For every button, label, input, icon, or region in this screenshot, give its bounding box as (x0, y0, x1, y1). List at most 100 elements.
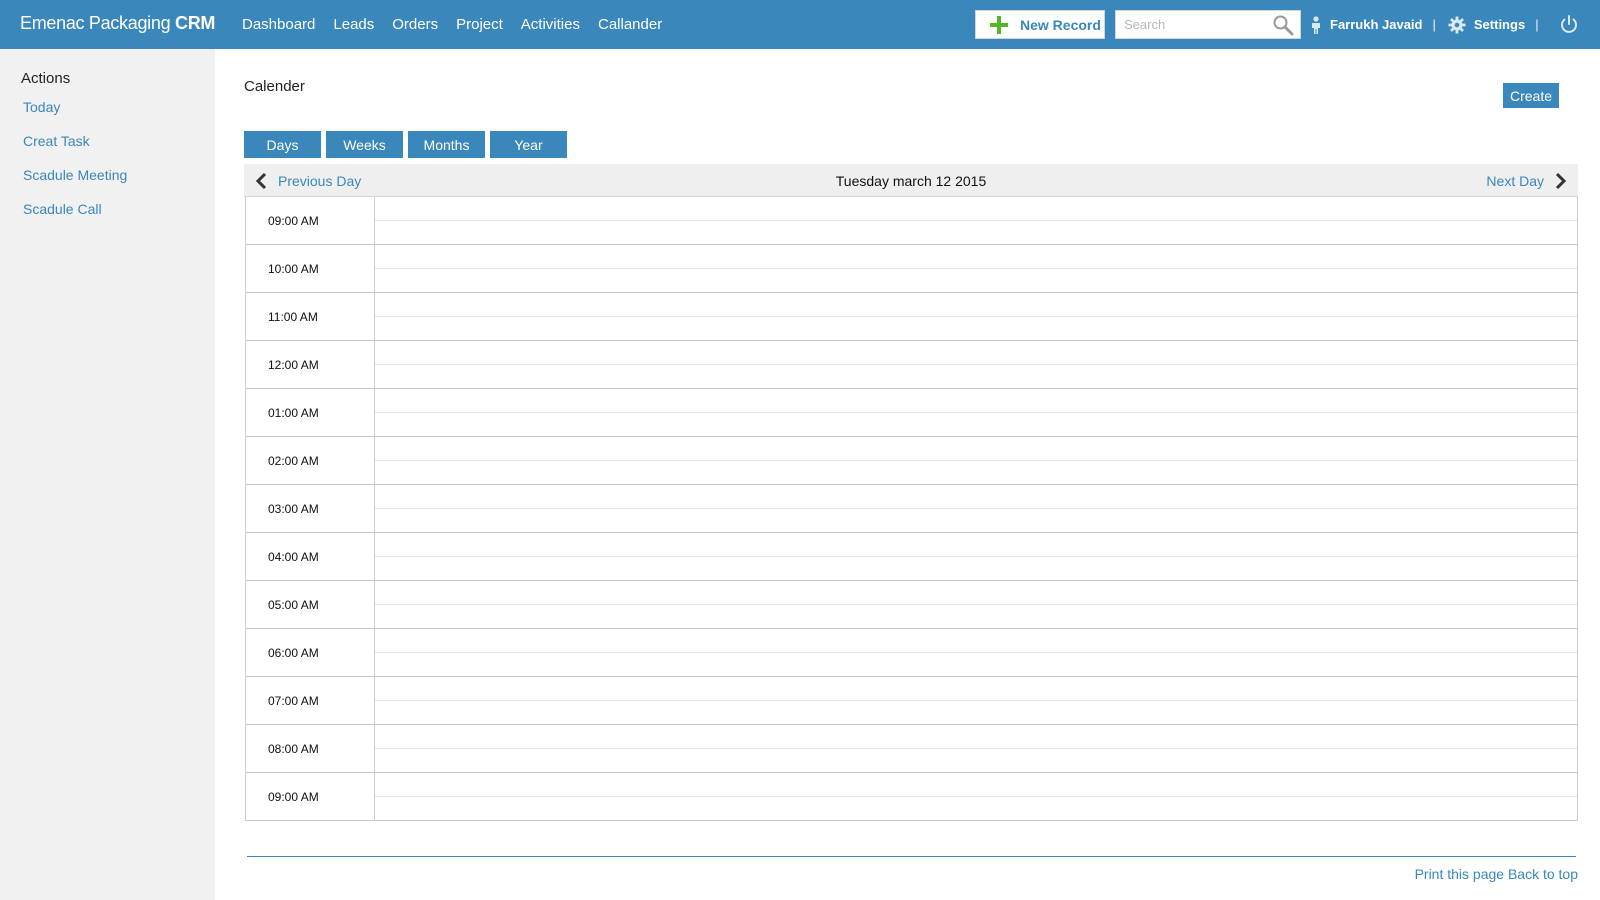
slot-first-half[interactable] (375, 341, 1577, 365)
new-record-button[interactable]: New Record (975, 10, 1105, 39)
time-slot (375, 437, 1577, 484)
time-label: 11:00 AM (246, 293, 375, 340)
tab-months[interactable]: Months (408, 131, 485, 158)
app-brand[interactable]: Emenac Packaging CRM (20, 13, 215, 34)
brand-name: Emenac Packaging (20, 13, 171, 33)
time-slot (375, 293, 1577, 340)
gear-icon[interactable] (1448, 16, 1466, 34)
nav-calendar[interactable]: Callander (596, 16, 664, 33)
nav-project[interactable]: Project (454, 16, 505, 33)
slot-first-half[interactable] (375, 197, 1577, 221)
time-slot (375, 725, 1577, 772)
power-icon[interactable] (1558, 13, 1580, 35)
current-date: Tuesday march 12 2015 (835, 172, 987, 189)
slot-first-half[interactable] (375, 293, 1577, 317)
slot-second-half[interactable] (375, 365, 1577, 388)
time-label: 07:00 AM (246, 677, 375, 724)
tab-year[interactable]: Year (490, 131, 567, 158)
previous-day-button[interactable]: Previous Day (254, 164, 361, 197)
time-label: 03:00 AM (246, 485, 375, 532)
slot-first-half[interactable] (375, 725, 1577, 749)
slot-second-half[interactable] (375, 653, 1577, 676)
time-row: 05:00 AM (246, 581, 1577, 629)
search-icon[interactable] (1272, 14, 1294, 36)
chevron-right-icon (1552, 172, 1568, 190)
separator: | (1432, 17, 1436, 32)
back-to-top-link[interactable]: Back to top (1508, 866, 1578, 882)
slot-second-half[interactable] (375, 701, 1577, 724)
time-label: 06:00 AM (246, 629, 375, 676)
time-slot (375, 533, 1577, 580)
time-label: 02:00 AM (246, 437, 375, 484)
slot-second-half[interactable] (375, 269, 1577, 292)
separator: | (1535, 17, 1539, 32)
tab-weeks[interactable]: Weeks (326, 131, 403, 158)
brand-suffix: CRM (175, 13, 216, 33)
sidebar-item-schedule-call[interactable]: Scadule Call (23, 201, 127, 235)
time-row: 08:00 AM (246, 725, 1577, 773)
slot-first-half[interactable] (375, 437, 1577, 461)
slot-first-half[interactable] (375, 629, 1577, 653)
time-slot (375, 389, 1577, 436)
view-tabs: Days Weeks Months Year (244, 131, 572, 158)
search-box (1115, 10, 1301, 39)
slot-first-half[interactable] (375, 773, 1577, 797)
slot-second-half[interactable] (375, 413, 1577, 436)
slot-second-half[interactable] (375, 557, 1577, 580)
slot-first-half[interactable] (375, 389, 1577, 413)
nav-dashboard[interactable]: Dashboard (240, 16, 317, 33)
time-label: 08:00 AM (246, 725, 375, 772)
slot-first-half[interactable] (375, 581, 1577, 605)
time-label: 05:00 AM (246, 581, 375, 628)
time-row: 09:00 AM (246, 197, 1577, 245)
create-button[interactable]: Create (1503, 83, 1559, 108)
slot-second-half[interactable] (375, 221, 1577, 244)
time-row: 11:00 AM (246, 293, 1577, 341)
nav-orders[interactable]: Orders (390, 16, 440, 33)
time-label: 04:00 AM (246, 533, 375, 580)
nav-activities[interactable]: Activities (519, 16, 582, 33)
sidebar-item-schedule-meeting[interactable]: Scadule Meeting (23, 167, 127, 201)
settings-link[interactable]: Settings (1474, 17, 1525, 32)
time-row: 03:00 AM (246, 485, 1577, 533)
slot-second-half[interactable] (375, 509, 1577, 532)
print-page-link[interactable]: Print this page (1415, 866, 1505, 882)
slot-first-half[interactable] (375, 245, 1577, 269)
footer-links: Print this page Back to top (1415, 866, 1578, 882)
time-slot (375, 197, 1577, 244)
slot-first-half[interactable] (375, 485, 1577, 509)
user-icon (1310, 15, 1322, 34)
slot-first-half[interactable] (375, 533, 1577, 557)
next-day-button[interactable]: Next Day (1486, 164, 1568, 197)
time-slot (375, 485, 1577, 532)
slot-second-half[interactable] (375, 749, 1577, 772)
sidebar-item-today[interactable]: Today (23, 99, 127, 133)
slot-second-half[interactable] (375, 605, 1577, 628)
main-nav: Dashboard Leads Orders Project Activitie… (240, 0, 678, 49)
time-label: 01:00 AM (246, 389, 375, 436)
time-slot (375, 629, 1577, 676)
time-row: 12:00 AM (246, 341, 1577, 389)
time-row: 01:00 AM (246, 389, 1577, 437)
time-slot (375, 245, 1577, 292)
footer-divider (247, 856, 1576, 857)
top-bar: Emenac Packaging CRM Dashboard Leads Ord… (0, 0, 1600, 49)
slot-second-half[interactable] (375, 461, 1577, 484)
slot-first-half[interactable] (375, 677, 1577, 701)
time-label: 12:00 AM (246, 341, 375, 388)
slot-second-half[interactable] (375, 317, 1577, 340)
user-name-link[interactable]: Farrukh Javaid (1330, 17, 1423, 32)
chevron-left-icon (254, 172, 270, 190)
slot-second-half[interactable] (375, 797, 1577, 820)
time-label: 09:00 AM (246, 773, 375, 820)
sidebar-actions: Today Creat Task Scadule Meeting Scadule… (23, 99, 127, 235)
time-label: 09:00 AM (246, 197, 375, 244)
search-input[interactable] (1116, 11, 1266, 38)
tab-days[interactable]: Days (244, 131, 321, 158)
nav-leads[interactable]: Leads (331, 16, 376, 33)
user-area: Farrukh Javaid | Settings | (1310, 0, 1551, 49)
sidebar: Actions Today Creat Task Scadule Meeting… (0, 49, 215, 900)
sidebar-title: Actions (21, 70, 71, 87)
sidebar-item-create-task[interactable]: Creat Task (23, 133, 127, 167)
page-title: Calender (244, 78, 305, 95)
